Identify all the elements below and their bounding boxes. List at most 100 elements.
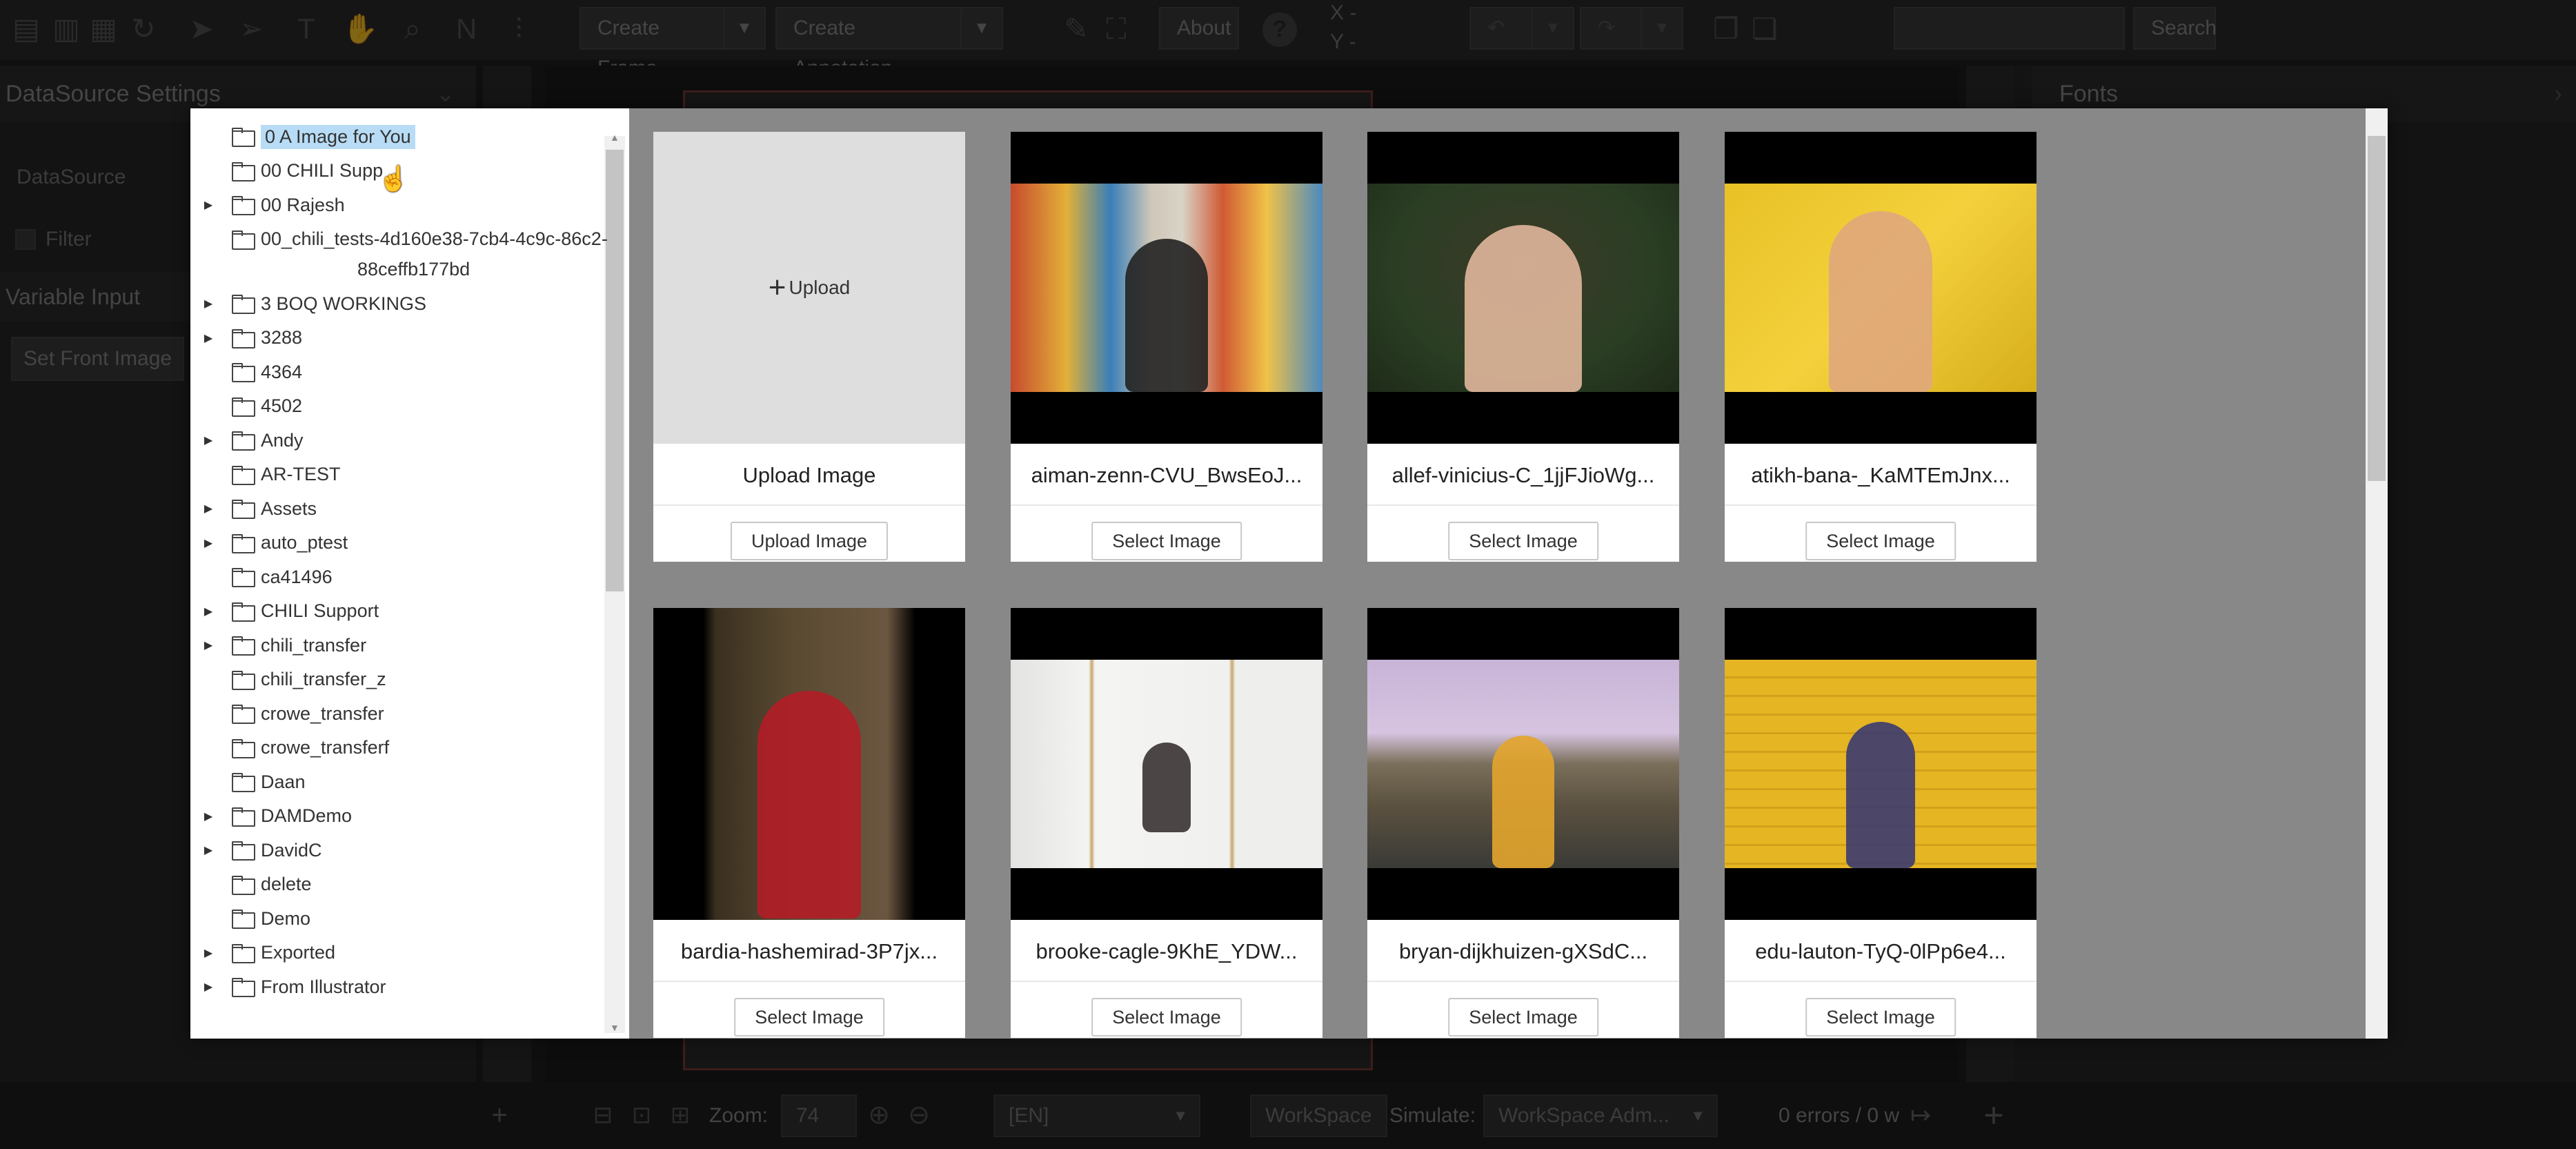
tree-item[interactable]: ▶Demo <box>190 901 310 936</box>
select-image-button[interactable]: Select Image <box>734 998 884 1037</box>
expand-arrow-icon[interactable]: ▶ <box>199 536 218 550</box>
tree-item[interactable]: ▶ CHILI Support <box>190 594 379 629</box>
image-thumbnail[interactable] <box>1367 608 1679 920</box>
tree-item[interactable]: ▶ Andy <box>190 423 304 458</box>
tree-item-label: ca41496 <box>261 566 333 587</box>
scroll-up-icon[interactable]: ▲ <box>610 132 620 143</box>
expand-arrow-icon[interactable]: ▶ <box>199 605 218 618</box>
plus-icon: + <box>768 271 786 304</box>
expand-arrow-icon[interactable]: ▶ <box>199 297 218 311</box>
upload-image-button[interactable]: Upload Image <box>730 522 889 560</box>
image-thumbnail[interactable] <box>1011 608 1322 920</box>
image-title: allef-vinicius-C_1jjFJioWg... <box>1367 444 1679 506</box>
select-image-button[interactable]: Select Image <box>1805 998 1956 1037</box>
photo-subject <box>1465 225 1582 392</box>
expand-arrow-icon[interactable]: ▶ <box>199 946 218 960</box>
upload-card[interactable]: + Upload Upload Image Upload Image <box>653 132 965 562</box>
tree-item-label: Exported <box>261 942 336 963</box>
tree-item-label: 4364 <box>261 361 303 382</box>
expand-arrow-icon[interactable]: ▶ <box>199 843 218 857</box>
tree-item-label: 00_chili_tests-4d160e38-7cb4-4c9c-86c2- <box>261 228 608 249</box>
tree-item[interactable]: ▶crowe_transferf <box>190 731 389 765</box>
select-image-button[interactable]: Select Image <box>1448 522 1598 560</box>
expand-arrow-icon[interactable]: ▶ <box>199 331 218 345</box>
select-image-button[interactable]: Select Image <box>1091 522 1242 560</box>
image-thumbnail[interactable] <box>1725 608 2037 920</box>
expand-arrow-icon[interactable]: ▶ <box>199 198 218 212</box>
upload-label: Upload <box>789 277 851 298</box>
tree-item[interactable]: ▶Daan <box>190 765 306 799</box>
tree-item[interactable]: ▶ Exported <box>190 936 335 970</box>
tree-item[interactable]: ▶crowe_transfer <box>190 696 384 731</box>
photo-subject <box>1492 736 1554 868</box>
upload-link[interactable]: + Upload <box>653 132 965 444</box>
folder-icon <box>232 161 255 181</box>
image-card[interactable]: aiman-zenn-CVU_BwsEoJ... Select Image <box>1011 132 1322 562</box>
select-image-button[interactable]: Select Image <box>1805 522 1956 560</box>
tree-item-label: CHILI Support <box>261 600 379 621</box>
tree-item[interactable]: ▶ca41496 <box>190 560 333 594</box>
tree-item[interactable]: ▶ 00 Rajesh <box>190 188 345 222</box>
photo-subject <box>1829 211 1932 392</box>
grid-scrollbar-thumb[interactable] <box>2368 136 2386 481</box>
expand-arrow-icon[interactable]: ▶ <box>199 433 218 447</box>
expand-arrow-icon[interactable]: ▶ <box>199 638 218 652</box>
tree-item[interactable]: ▶AR-TEST <box>190 458 341 492</box>
folder-icon <box>232 670 255 690</box>
tree-item[interactable]: ▶ DAMDemo <box>190 799 352 834</box>
expand-arrow-icon[interactable]: ▶ <box>199 980 218 994</box>
image-card[interactable]: atikh-bana-_KaMTEmJnx... Select Image <box>1725 132 2037 562</box>
image-card[interactable]: brooke-cagle-9KhE_YDW... Select Image <box>1011 608 1322 1038</box>
tree-item[interactable]: ▶00_chili_tests-4d160e38-7cb4-4c9c-86c2- <box>190 222 608 257</box>
image-card[interactable]: bryan-dijkhuizen-gXSdC... Select Image <box>1367 608 1679 1038</box>
photo <box>1011 184 1322 392</box>
tree-item[interactable]: ▶ DavidC <box>190 833 322 867</box>
upload-dropzone[interactable]: + Upload <box>653 132 965 444</box>
tree-item-label: 3288 <box>261 327 303 348</box>
grid-scrollbar[interactable] <box>2366 108 2388 1039</box>
tree-item[interactable]: ▶ 3 BOQ WORKINGS <box>190 286 426 321</box>
tree-item[interactable]: ▶delete <box>190 867 312 902</box>
tree-scrollbar-thumb[interactable] <box>606 150 624 591</box>
tree-item[interactable]: ▶ chili_transfer <box>190 628 366 662</box>
tree-item[interactable]: ▶ Assets <box>190 491 317 526</box>
tree-item[interactable]: ▶ From Illustrator <box>190 970 386 1004</box>
tree-item-label: 0 A Image for You <box>261 124 415 149</box>
tree-item[interactable]: ▶00 CHILI Supp <box>190 154 383 188</box>
photo <box>1725 184 2037 392</box>
tree-item[interactable]: ▶ auto_ptest <box>190 526 348 560</box>
image-thumbnail[interactable] <box>653 608 965 920</box>
tree-item-label: DavidC <box>261 839 322 861</box>
scroll-down-icon[interactable]: ▼ <box>610 1022 620 1033</box>
tree-item[interactable]: ▶4502 <box>190 389 302 424</box>
image-card[interactable]: edu-lauton-TyQ-0lPp6e4... Select Image <box>1725 608 2037 1038</box>
tree-item-label: Daan <box>261 771 306 792</box>
tree-item[interactable]: ▶chili_transfer_z <box>190 662 386 697</box>
folder-icon <box>232 738 255 758</box>
tree-item[interactable]: ▶0 A Image for You <box>190 119 415 154</box>
image-card[interactable]: allef-vinicius-C_1jjFJioWg... Select Imag… <box>1367 132 1679 562</box>
image-card[interactable]: bardia-hashemirad-3P7jx... Select Image <box>653 608 965 1038</box>
tree-item[interactable]: ▶ 3288 <box>190 321 302 355</box>
tree-item-label: crowe_transfer <box>261 703 384 724</box>
image-browser-dialog: ▲ ▼ ▶0 A Image for You▶00 CHILI Supp▶00 … <box>190 108 2388 1039</box>
folder-icon <box>232 943 255 963</box>
tree-item-label: 3 BOQ WORKINGS <box>261 293 427 314</box>
expand-arrow-icon[interactable]: ▶ <box>199 809 218 823</box>
image-title: Upload Image <box>653 444 965 506</box>
expand-arrow-icon[interactable]: ▶ <box>199 502 218 515</box>
tree-item-label: AR-TEST <box>261 464 341 484</box>
select-image-button[interactable]: Select Image <box>1091 998 1242 1037</box>
tree-item-label: auto_ptest <box>261 532 348 553</box>
image-thumbnail[interactable] <box>1011 132 1322 444</box>
image-title: bardia-hashemirad-3P7jx... <box>653 920 965 982</box>
image-title: aiman-zenn-CVU_BwsEoJ... <box>1011 444 1322 506</box>
tree-item[interactable]: ▶4364 <box>190 355 302 389</box>
photo <box>1367 660 1679 868</box>
select-image-button[interactable]: Select Image <box>1448 998 1598 1037</box>
image-thumbnail[interactable] <box>1725 132 2037 444</box>
folder-icon <box>232 533 255 553</box>
tree-scrollbar[interactable]: ▲ ▼ <box>604 132 625 1033</box>
image-thumbnail[interactable] <box>1367 132 1679 444</box>
mouse-cursor-icon: ☝ <box>378 164 409 193</box>
